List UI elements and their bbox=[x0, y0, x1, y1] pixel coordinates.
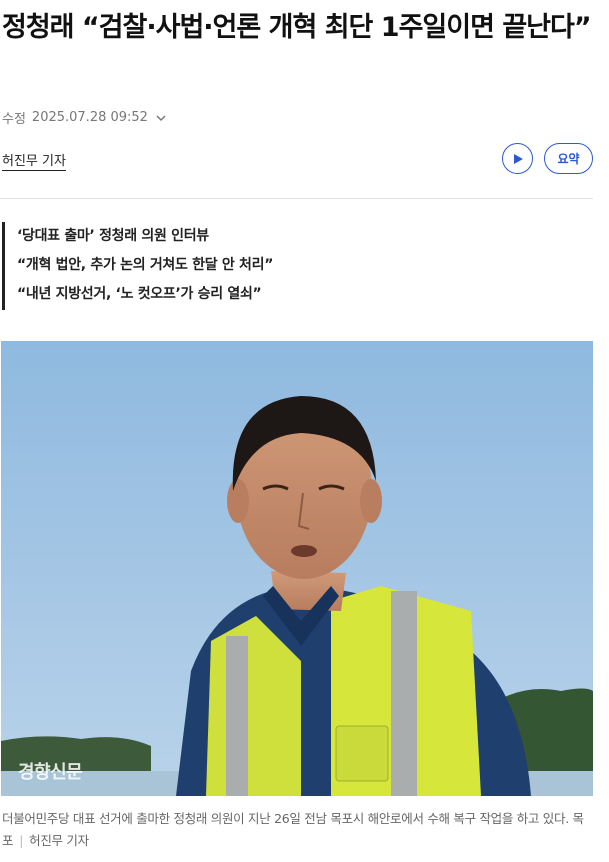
subhead-item: “내년 지방선거, ‘노 컷오프’가 승리 열쇠” bbox=[17, 286, 262, 302]
play-icon bbox=[513, 153, 523, 164]
reporter-byline[interactable]: 허진무 기자 bbox=[2, 150, 66, 171]
article-photo bbox=[1, 341, 593, 796]
caption-text: 더불어민주당 대표 선거에 출마한 정청래 의원이 지난 26일 전남 목포시 … bbox=[2, 811, 584, 848]
audio-play-button[interactable] bbox=[502, 143, 533, 174]
article-page: 정청래 “검찰·사법·언론 개혁 최단 1주일이면 끝난다” 수정 2025.0… bbox=[0, 0, 609, 862]
caption-credit: 허진무 기자 bbox=[29, 833, 89, 848]
subhead-item: ‘당대표 출마’ 정청래 의원 인터뷰 bbox=[17, 228, 209, 244]
subhead-item: “개혁 법안, 추가 논의 거쳐도 한달 안 처리” bbox=[17, 257, 274, 273]
photo-caption: 더불어민주당 대표 선거에 출마한 정청래 의원이 지난 26일 전남 목포시 … bbox=[2, 808, 592, 852]
article-subheads: ‘당대표 출마’ 정청래 의원 인터뷰 “개혁 법안, 추가 논의 거쳐도 한달… bbox=[2, 222, 273, 310]
modified-time: 2025.07.28 09:52 bbox=[31, 110, 148, 125]
photo-watermark: 경향신문 bbox=[18, 762, 83, 783]
article-meta[interactable]: 수정 2025.07.28 09:52 bbox=[2, 108, 168, 127]
article-title: 정청래 “검찰·사법·언론 개혁 최단 1주일이면 끝난다” bbox=[2, 12, 592, 43]
chevron-down-icon[interactable] bbox=[154, 111, 168, 125]
caption-separator: | bbox=[19, 833, 24, 848]
summary-button[interactable]: 요약 bbox=[544, 143, 593, 174]
modified-label: 수정 bbox=[2, 112, 26, 127]
divider bbox=[0, 198, 593, 199]
photo-illustration bbox=[1, 341, 593, 796]
